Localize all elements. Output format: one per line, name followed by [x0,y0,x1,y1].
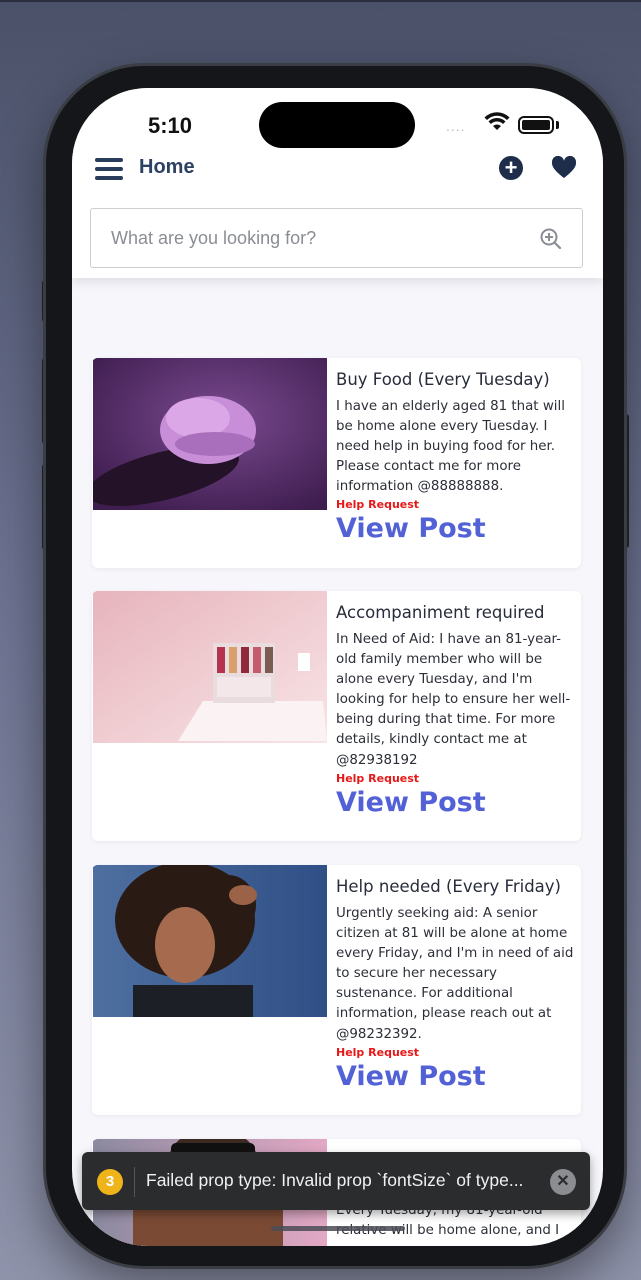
post-body: Help needed (Every Friday) Urgently seek… [336,877,576,1092]
status-time: 5:10 [148,113,193,138]
post-image [93,865,327,1017]
home-indicator[interactable] [271,1226,405,1231]
toast-count-badge: 3 [97,1169,123,1195]
post-tag: Help Request [336,771,420,785]
post-tag: Help Request [336,498,420,512]
view-post-link[interactable]: View Post [336,787,576,818]
view-post-link[interactable]: View Post [336,513,576,544]
wifi-icon [484,112,510,130]
heart-icon[interactable] [551,156,577,180]
post-image [93,358,327,510]
page-title: Home [139,156,195,178]
post-description: I have an elderly aged 81 that will be h… [336,399,565,495]
post-card[interactable]: Buy Food (Every Tuesday) I have an elder… [92,358,581,568]
post-image [93,591,327,743]
post-title: Accompaniment required [336,603,545,622]
post-description: Urgently seeking aid: A senior citizen a… [336,906,574,1042]
window-top-edge [0,0,641,2]
toast-divider [134,1167,135,1197]
dynamic-island [259,102,415,148]
hamburger-menu-icon[interactable] [95,158,123,182]
post-body: Buy Food (Every Tuesday) I have an elder… [336,370,576,544]
battery-icon [518,116,554,134]
plus-circle-icon[interactable]: + [499,156,523,180]
post-title: Help needed (Every Friday) [336,877,561,896]
signal-icon: .... [446,118,466,134]
app-header: 5:10 .... Home + [72,88,603,278]
toast-message: Failed prop type: Invalid prop `fontSize… [146,1170,524,1190]
view-post-link[interactable]: View Post [336,1061,576,1092]
battery-tip [556,121,559,129]
search-box[interactable] [90,208,583,268]
error-toast[interactable]: 3 Failed prop type: Invalid prop `fontSi… [82,1152,590,1210]
post-description: In Need of Aid: I have an 81-year-old fa… [336,632,571,768]
search-input[interactable] [111,209,531,267]
post-card[interactable]: Accompaniment required In Need of Aid: I… [92,591,581,841]
post-body: Accompaniment required In Need of Aid: I… [336,603,576,818]
post-card[interactable]: Help needed (Every Friday) Urgently seek… [92,865,581,1115]
post-title: Buy Food (Every Tuesday) [336,370,550,389]
post-tag: Help Request [336,1045,420,1059]
close-icon[interactable]: ✕ [550,1169,576,1195]
zoom-search-icon[interactable] [539,227,563,251]
phone-screen: 5:10 .... Home + What are you looking fo… [72,88,603,1246]
